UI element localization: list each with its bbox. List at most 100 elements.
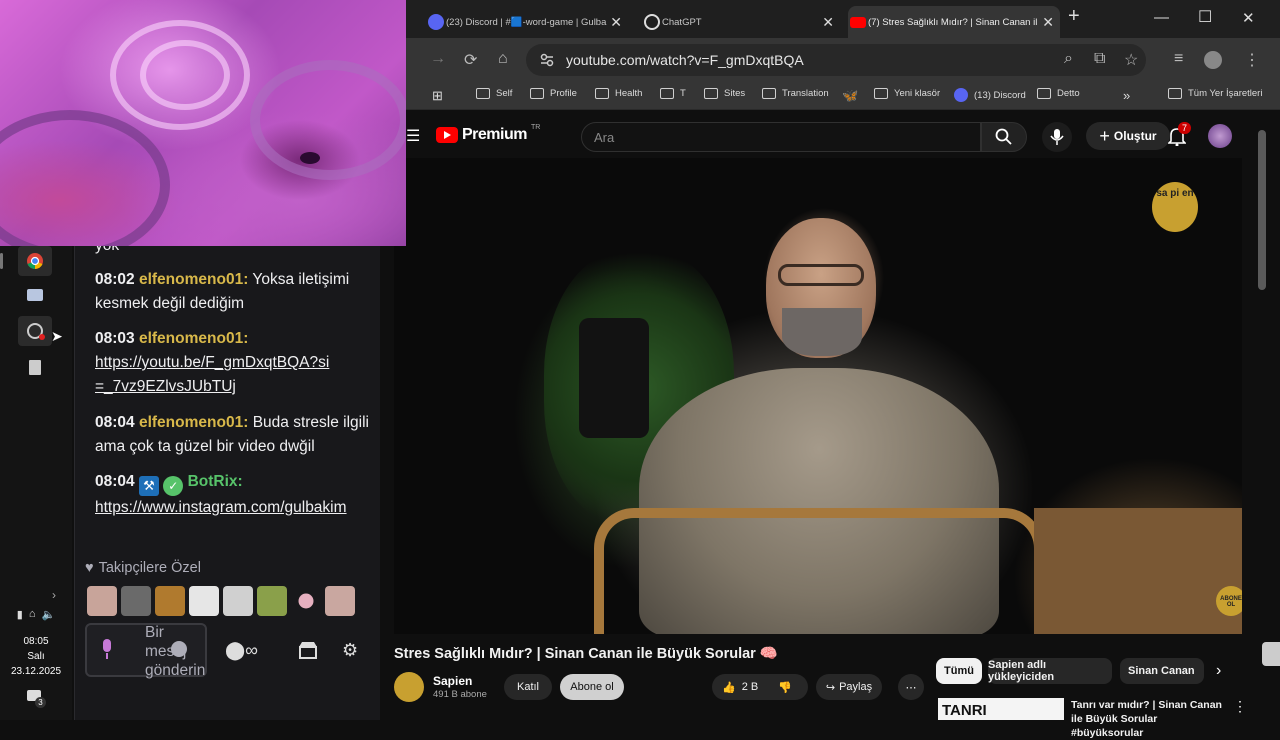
share-button[interactable]: ↪ Paylaş — [816, 674, 882, 700]
chat-username[interactable]: BotRix — [188, 473, 238, 490]
new-tab-icon[interactable]: + — [1068, 5, 1080, 28]
more-bookmarks-icon[interactable]: » — [1123, 88, 1130, 103]
tab-youtube[interactable]: (7) Stres Sağlıklı Mıdır? | Sinan Canan … — [848, 6, 1060, 38]
channel-avatar[interactable] — [394, 672, 424, 702]
obs-taskbar-item[interactable] — [18, 316, 52, 346]
channel-points-icon[interactable]: ⬤∞ — [225, 640, 258, 661]
bookmark-health[interactable]: Health — [595, 88, 642, 99]
notification-center-icon[interactable]: 3 — [27, 690, 46, 708]
install-app-icon[interactable]: ⧉ — [1094, 50, 1105, 68]
account-avatar[interactable] — [1208, 124, 1232, 148]
close-icon[interactable]: ✕ — [610, 14, 622, 31]
zoom-icon[interactable]: ⌕ — [1064, 50, 1073, 68]
search-input[interactable]: Ara — [581, 122, 981, 152]
voice-search-button[interactable] — [1042, 122, 1072, 152]
chat-link[interactable]: https://www.instagram.com/gulbakim — [95, 496, 370, 520]
close-icon[interactable]: ✕ — [822, 14, 834, 31]
volume-icon[interactable]: 🔈 — [42, 608, 56, 621]
close-icon[interactable]: ✕ — [1042, 14, 1054, 31]
hamburger-menu-icon[interactable]: ☰ — [406, 126, 420, 146]
minimize-icon[interactable]: — — [1154, 9, 1169, 26]
emote-icon[interactable] — [325, 586, 355, 616]
subscribe-watermark[interactable]: ABONE OL — [1216, 586, 1242, 616]
close-window-icon[interactable]: ✕ — [1242, 9, 1255, 27]
address-bar[interactable]: youtube.com/watch?v=F_gmDxqtBQA — [526, 44, 1146, 76]
network-icon[interactable]: ⌂ — [29, 608, 36, 621]
chair — [594, 508, 1044, 634]
like-icon[interactable]: 👍 — [722, 681, 736, 694]
bookmark-sites[interactable]: Sites — [704, 88, 745, 99]
site-info-icon[interactable] — [540, 53, 554, 67]
chat-link[interactable]: https://youtu.be/F_gmDxqtBQA?si=_7vz9EZl… — [95, 351, 335, 399]
bookmark-t[interactable]: T — [660, 88, 686, 99]
sapien-watermark-logo: sa pi en — [1152, 182, 1198, 232]
chrome-taskbar-item[interactable] — [18, 246, 52, 276]
search-button[interactable] — [981, 122, 1027, 152]
recommended-menu-icon[interactable]: ⋮ — [1233, 698, 1247, 715]
emote-icon[interactable] — [298, 593, 314, 609]
chat-message: 08:04 ⚒ ✓ BotRix: https://www.instagram.… — [95, 470, 370, 520]
emote-icon[interactable] — [223, 586, 253, 616]
browser-tab-bar: (23) Discord | #🟦-word-game | Gulba ✕ Ch… — [406, 0, 1280, 38]
page-scrollbar[interactable] — [1258, 130, 1266, 290]
dislike-icon[interactable]: 👎 — [778, 681, 792, 694]
show-hidden-icons[interactable]: › — [52, 588, 56, 602]
document-icon — [29, 359, 41, 375]
clock[interactable]: 08:05 Salı 23.12.2025 — [0, 634, 72, 679]
presenter-beard — [782, 308, 862, 356]
recommended-video-title[interactable]: Tanrı var mıdır? | Sinan Canan ile Büyük… — [1071, 698, 1231, 740]
forward-icon[interactable]: → — [430, 50, 446, 68]
media-control-icon[interactable]: ≡ — [1174, 50, 1183, 68]
profile-avatar[interactable] — [1204, 51, 1222, 69]
bookmark-detto[interactable]: Detto — [1037, 88, 1080, 99]
emote-icon[interactable] — [257, 586, 287, 616]
chat-username[interactable]: elfenomeno01 — [139, 330, 243, 347]
youtube-logo[interactable]: Premium TR — [436, 124, 540, 144]
apps-icon[interactable]: ⊞ — [432, 88, 443, 104]
mic-icon[interactable] — [99, 638, 115, 660]
all-bookmarks[interactable]: Tüm Yer İşaretleri — [1168, 88, 1262, 99]
video-player[interactable]: sa pi en ABONE OL — [394, 158, 1242, 634]
join-button[interactable]: Katıl — [504, 674, 552, 700]
youtube-icon — [850, 16, 866, 28]
tab-discord[interactable]: (23) Discord | #🟦-word-game | Gulba ✕ — [426, 6, 622, 38]
create-button[interactable]: + Oluştur — [1086, 122, 1170, 150]
emote-icon[interactable] — [155, 586, 185, 616]
emote-icon[interactable] — [121, 586, 151, 616]
emote-icon[interactable] — [189, 586, 219, 616]
chat-username[interactable]: elfenomeno01 — [139, 271, 243, 288]
bookmark-translation[interactable]: Translation — [762, 88, 829, 99]
bookmark-profile[interactable]: Profile — [530, 88, 577, 99]
side-panel-toggle-icon[interactable] — [1262, 642, 1280, 666]
home-icon[interactable]: ⌂ — [498, 50, 508, 68]
usb-icon[interactable]: ▮ — [17, 608, 23, 621]
subscribe-button[interactable]: Abone ol — [560, 674, 624, 700]
notifications-button[interactable]: 7 — [1168, 122, 1192, 146]
bookmark-self[interactable]: Self — [476, 88, 512, 99]
settings-icon[interactable]: ⚙ — [342, 640, 358, 661]
recommended-video-thumbnail[interactable]: TANRI — [938, 698, 1064, 720]
emote-icon[interactable] — [87, 586, 117, 616]
chip-sinan-canan[interactable]: Sinan Canan — [1120, 658, 1204, 684]
reload-icon[interactable]: ⟳ — [464, 50, 477, 70]
bookmark-star-icon[interactable]: ☆ — [1124, 50, 1138, 70]
app-taskbar-item[interactable] — [18, 280, 52, 310]
emoji-icon[interactable] — [171, 641, 187, 657]
chip-all[interactable]: Tümü — [936, 658, 982, 684]
tab-chatgpt[interactable]: ChatGPT ✕ — [642, 6, 834, 38]
bookmark-discord[interactable]: (13) Discord — [954, 88, 1026, 102]
channel-name[interactable]: Sapien — [433, 674, 472, 688]
chip-from-channel[interactable]: Sapien adlı yükleyiciden — [988, 658, 1112, 684]
store-icon[interactable] — [298, 640, 318, 660]
bookmark-yeni-klasor[interactable]: Yeni klasör — [874, 88, 940, 99]
chat-message-input[interactable]: Bir mesaj gönderin — [85, 623, 207, 679]
maximize-icon[interactable]: ☐ — [1198, 7, 1212, 27]
chat-message: 08:04 elfenomeno01: Buda stresle ilgili … — [95, 414, 369, 455]
more-actions-button[interactable]: ⋯ — [898, 674, 924, 700]
bluesky-icon[interactable]: 🦋 — [842, 88, 858, 104]
app2-taskbar-item[interactable] — [18, 352, 52, 382]
chevron-right-icon[interactable]: › — [1216, 662, 1221, 680]
webcam-overlay — [0, 0, 406, 246]
chat-username[interactable]: elfenomeno01 — [139, 414, 243, 431]
menu-icon[interactable]: ⋮ — [1244, 50, 1260, 70]
